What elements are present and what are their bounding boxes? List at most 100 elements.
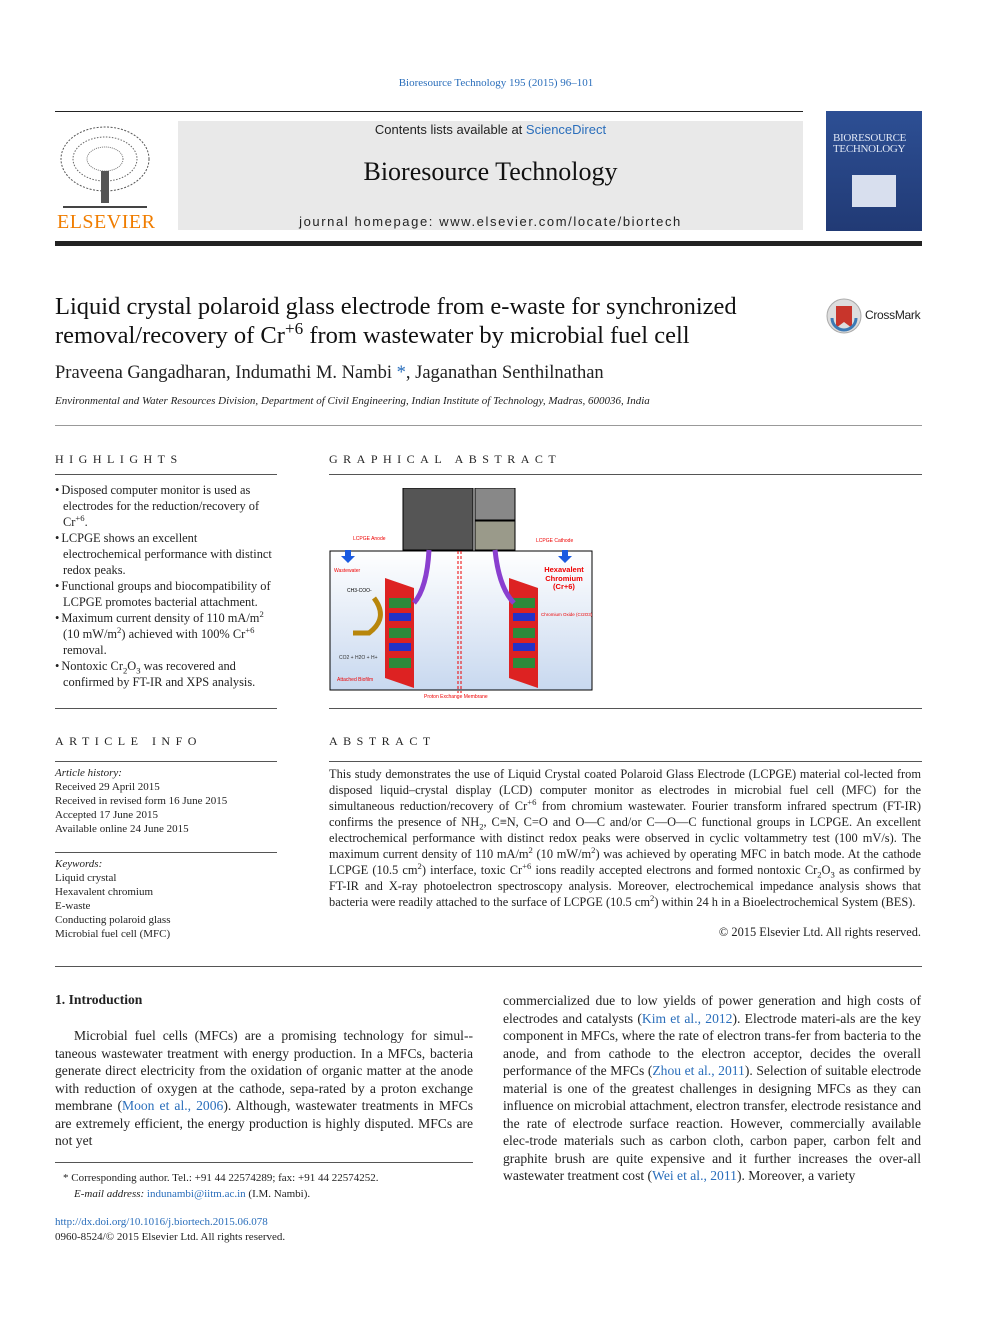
crossmark-label: CrossMark [865, 308, 921, 322]
text-run: . [84, 515, 88, 529]
corresponding-author: * Corresponding author. Tel.: +91 44 225… [63, 1172, 379, 1184]
text-run: ions readily accepted electrons and form… [531, 863, 818, 877]
elsevier-logo[interactable]: ELSEVIER [55, 121, 155, 233]
journal-citation[interactable]: Bioresource Technology 195 (2015) 96–101 [0, 77, 992, 89]
keyword: Hexavalent chromium [55, 886, 154, 898]
citation-link[interactable]: * [392, 363, 406, 383]
affiliation: Environmental and Water Resources Divisi… [55, 395, 650, 407]
highlight-item: Nontoxic Cr2O3 was recovered and confirm… [55, 658, 277, 690]
crossmark-badge[interactable]: CrossMark [826, 298, 926, 334]
keyword: Liquid crystal [55, 872, 117, 884]
doi-link[interactable]: http://dx.doi.org/10.1016/j.biortech.201… [55, 1216, 268, 1228]
crossmark-icon [826, 298, 862, 334]
contents-prefix: Contents lists available at [374, 122, 526, 137]
text-run: removal. [63, 643, 107, 657]
intro-paragraph-right: commercialized due to low yields of powe… [503, 992, 921, 1185]
history-item: Accepted 17 June 2015 [55, 809, 158, 821]
issn: 0960-8524/© 2015 Elsevier Ltd. All right… [55, 1231, 286, 1243]
highlight-item: LCPGE shows an excellent electrochemical… [55, 530, 277, 578]
elsevier-tree-icon [55, 121, 155, 209]
label-wastewater: Wastewater [334, 568, 361, 574]
citation-link[interactable]: Kim et al., 2012 [642, 1011, 733, 1026]
text-run: Disposed computer monitor is used as ele… [61, 483, 260, 529]
divider [55, 111, 803, 112]
divider [55, 425, 922, 426]
highlights-list: Disposed computer monitor is used as ele… [55, 482, 277, 690]
article-history: Article history: Received 29 April 2015 … [55, 766, 227, 836]
divider [329, 708, 922, 709]
article-info-heading: ARTICLE INFO [55, 734, 202, 748]
text-run: Functional groups and biocompatibility o… [61, 579, 271, 609]
text-run: Praveena Gangadharan, Indumathi M. Nambi [55, 363, 393, 383]
divider [55, 761, 277, 762]
label-anode: LCPGE Anode [353, 536, 386, 542]
keyword: E-waste [55, 900, 91, 912]
text-run: ) achieved with 100% Cr [121, 627, 246, 641]
divider [55, 966, 922, 967]
footnote: * Corresponding author. Tel.: +91 44 225… [55, 1170, 473, 1202]
journal-title: Bioresource Technology [363, 157, 618, 186]
text-run: (10 mW/m [532, 847, 592, 861]
text-run: Maximum current density of 110 mA/m [61, 611, 260, 625]
keyword: Microbial fuel cell (MFC) [55, 928, 171, 940]
divider [55, 852, 277, 853]
history-item: Received in revised form 16 June 2015 [55, 795, 228, 807]
intro-paragraph-left: Microbial fuel cells (MFCs) are a promis… [55, 1027, 473, 1150]
highlight-item: Functional groups and biocompatibility o… [55, 578, 277, 610]
article-title: Liquid crystal polaroid glass electrode … [55, 292, 815, 350]
text-run: +6 [522, 860, 532, 871]
label-oxide: Chromium Oxide (Cr2O3) [541, 612, 593, 617]
label-acetate: CH3-COO- [347, 588, 372, 594]
journal-cover[interactable]: BIORESOURCE TECHNOLOGY [826, 111, 922, 231]
abstract-body: This study demonstrates the use of Liqui… [329, 766, 921, 910]
text-run: +6 [75, 512, 85, 523]
text-run: O [821, 863, 831, 877]
divider [329, 474, 922, 475]
label-membrane: Proton Exchange Membrane [424, 694, 488, 700]
graphical-abstract-figure: LCPGE Anode LCPGE Cathode Wastewater Chr… [329, 487, 594, 700]
text-run: +6 [284, 318, 304, 338]
history-label: Article history: [55, 767, 122, 779]
citation-link[interactable]: Wei et al., 2011 [652, 1168, 737, 1183]
citation-link[interactable]: Moon et al., 2006 [122, 1098, 223, 1113]
highlight-item: Disposed computer monitor is used as ele… [55, 482, 277, 530]
header-rule [55, 241, 922, 246]
keyword: Conducting polaroid glass [55, 914, 171, 926]
text-run: Nontoxic Cr [61, 659, 123, 673]
highlight-item: Maximum current density of 110 mA/m2 (10… [55, 610, 277, 658]
author-list: Praveena Gangadharan, Indumathi M. Nambi… [55, 363, 604, 384]
label-hexavalent: Hexavalent Chromium (Cr+6) [544, 565, 584, 591]
email-label: E-mail address: [74, 1188, 147, 1200]
sciencedirect-link[interactable]: ScienceDirect [526, 122, 606, 137]
text-run: O [127, 659, 137, 673]
contents-line: Contents lists available at ScienceDirec… [178, 122, 803, 137]
email-link[interactable]: indunambi@iitm.ac.in [147, 1188, 246, 1200]
label-cathode: LCPGE Cathode [536, 538, 573, 544]
journal-homepage[interactable]: journal homepage: www.elsevier.com/locat… [178, 214, 803, 229]
abstract-heading: ABSTRACT [329, 734, 436, 748]
text-run: ) within 24 h in a Bioelectrochemical Sy… [654, 895, 916, 909]
label-biofilm: Attached Biofilm [337, 677, 373, 683]
section-heading: 1. Introduction [55, 992, 143, 1007]
label-products: CO2 + H2O + H+ [339, 655, 378, 661]
text-run: ) interface, toxic Cr [421, 863, 523, 877]
divider [55, 708, 277, 709]
divider [55, 1162, 473, 1163]
divider [55, 474, 277, 475]
text-run: , Jaganathan Senthilnathan [405, 363, 604, 383]
highlights-heading: HIGHLIGHTS [55, 452, 183, 466]
graphical-abstract-heading: GRAPHICAL ABSTRACT [329, 452, 562, 466]
cover-image [852, 175, 896, 207]
divider [329, 761, 922, 762]
citation-link[interactable]: Zhou et al., 2011 [652, 1063, 744, 1078]
keywords-label: Keywords: [55, 858, 103, 870]
text-run: ). Moreover, a variety [736, 1168, 856, 1183]
copyright: © 2015 Elsevier Ltd. All rights reserved… [718, 925, 921, 939]
text-run: LCPGE shows an excellent electrochemical… [61, 531, 272, 577]
mfc-diagram: LCPGE Anode LCPGE Cathode Wastewater Chr… [329, 487, 593, 700]
text-run: 2 [259, 608, 264, 619]
cover-title: BIORESOURCE TECHNOLOGY [833, 132, 907, 155]
keywords: Keywords: Liquid crystal Hexavalent chro… [55, 857, 171, 941]
text-run: +6 [245, 624, 255, 635]
journal-header-band: Contents lists available at ScienceDirec… [178, 121, 803, 230]
